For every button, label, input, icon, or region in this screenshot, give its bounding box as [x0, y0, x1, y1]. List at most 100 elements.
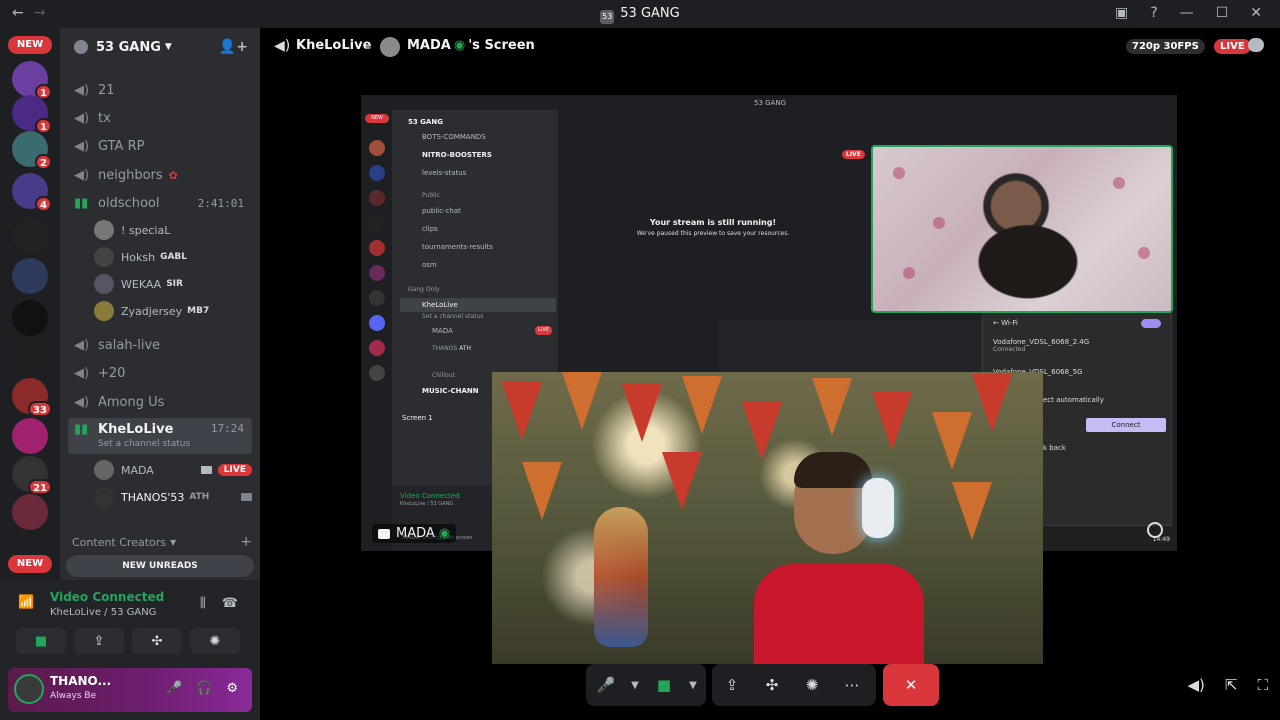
- maximize-button[interactable]: ☐: [1216, 5, 1229, 21]
- leave-call-button[interactable]: ✕: [883, 664, 939, 706]
- screen-icon: [378, 528, 390, 539]
- channel-oldschool[interactable]: ▮▮ oldschool 2:41:01: [68, 190, 252, 216]
- channel-among-us[interactable]: ◀) Among Us: [68, 389, 252, 415]
- server-icon[interactable]: [12, 418, 48, 454]
- add-user-icon[interactable]: 👤+: [219, 39, 248, 55]
- chevron-down-icon[interactable]: ▼: [626, 664, 644, 706]
- channel-21[interactable]: ◀) 21: [68, 77, 252, 103]
- server-icon[interactable]: [12, 218, 48, 254]
- voice-member[interactable]: ! speciaL: [94, 218, 252, 242]
- server-icon: [369, 165, 385, 181]
- member-tag: SIR: [166, 279, 183, 289]
- channel-status[interactable]: Set a channel status: [98, 439, 190, 449]
- server-icon[interactable]: 1: [12, 61, 52, 100]
- connection-location[interactable]: KheLoLive / 53 GANG: [50, 607, 156, 618]
- network-status: Connected: [993, 346, 1026, 353]
- voice-status-icons: ⫼ ☎: [200, 596, 238, 611]
- quality-badge: 720p 30FPS: [1126, 39, 1205, 54]
- server-icon[interactable]: 4: [12, 173, 52, 212]
- help-icon[interactable]: ?: [1150, 5, 1157, 21]
- server-icon[interactable]: 21: [12, 456, 52, 495]
- network-name: Vodafone_VDSL_6068_2.4G: [993, 338, 1090, 346]
- voice-member[interactable]: THANOS'53 ATH: [94, 485, 252, 509]
- server-icon[interactable]: [12, 338, 48, 374]
- minimize-button[interactable]: —: [1180, 5, 1194, 21]
- channel-label: +20: [98, 365, 126, 381]
- shared-category: Gang Only: [408, 286, 440, 293]
- stage-view-controls: ◀) ⇱ ⛶: [1188, 676, 1268, 694]
- streamer-name: MADA: [396, 526, 435, 541]
- disconnect-icon[interactable]: ☎: [222, 596, 238, 611]
- channel-salah-live[interactable]: ◀) salah-live: [68, 332, 252, 358]
- guild-header[interactable]: 53 GANG ▼ 👤+: [60, 28, 260, 66]
- emoji-icon: ◉: [438, 526, 451, 541]
- shared-guild-name: 53 GANG: [408, 118, 443, 126]
- inbox-icon[interactable]: ▣: [1115, 5, 1128, 21]
- camera-button[interactable]: ■: [644, 664, 684, 706]
- shared-screen-label: Screen 1: [402, 414, 433, 422]
- chat-icon[interactable]: [1248, 38, 1264, 52]
- server-icon: [369, 340, 385, 356]
- window-controls: ▣ ? — ☐ ✕: [1115, 5, 1262, 21]
- webcam-tile-small[interactable]: [871, 145, 1173, 313]
- voice-member[interactable]: Zyadjersey MB7: [94, 299, 252, 323]
- paused-subtitle: We've paused this preview to save your r…: [636, 230, 790, 237]
- more-options-button[interactable]: ⋯: [832, 664, 872, 706]
- share-screen-button[interactable]: ⇪: [712, 664, 752, 706]
- voice-member[interactable]: Hoksh GABL: [94, 245, 252, 269]
- soundboard-button[interactable]: ✺: [190, 628, 240, 654]
- channel-label: oldschool: [98, 195, 160, 211]
- activities-button[interactable]: ✣: [132, 628, 182, 654]
- soundboard-button[interactable]: ✺: [792, 664, 832, 706]
- server-icon[interactable]: [12, 258, 48, 294]
- shared-channel: tournaments-results: [422, 243, 493, 251]
- server-avatar: [12, 494, 48, 530]
- connection-label[interactable]: Video Connected: [50, 590, 164, 604]
- screen-title: MADA ◉'s Screen: [407, 38, 535, 53]
- stage-channel-name: KheLoLive: [296, 38, 372, 53]
- voice-active-icon: ▮▮: [74, 422, 89, 437]
- channel-khelolive[interactable]: ▮▮ KheLoLive 17:24 Set a channel status: [68, 418, 252, 454]
- member-tag: ATH: [189, 492, 210, 502]
- shared-vc-label: Video Connected: [400, 492, 460, 500]
- channel-gta-rp[interactable]: ◀) GTA RP: [68, 133, 252, 159]
- microphone-button[interactable]: 🎤: [586, 664, 626, 706]
- shared-channel: osm: [422, 261, 437, 269]
- activities-button[interactable]: ✣: [752, 664, 792, 706]
- zoom-icon[interactable]: [1147, 522, 1163, 538]
- pop-out-icon[interactable]: ⇱: [1225, 676, 1238, 694]
- share-screen-button[interactable]: ⇪: [74, 628, 124, 654]
- server-icon: [369, 140, 385, 156]
- shared-server-list: NEW: [362, 110, 392, 550]
- wifi-title: Wi-Fi: [1001, 319, 1018, 327]
- channel-neighbors[interactable]: ◀) neighbors ✿: [68, 162, 252, 188]
- pennant: [522, 462, 562, 520]
- chevron-down-icon[interactable]: ▼: [684, 664, 702, 706]
- server-icon[interactable]: 33: [12, 378, 52, 417]
- camera-button[interactable]: ■: [16, 628, 66, 654]
- shared-member: THANOS ATH: [432, 342, 552, 356]
- signal-icon[interactable]: 📶: [18, 595, 34, 610]
- noise-suppression-icon[interactable]: ⫼: [200, 596, 206, 611]
- wifi-network: Vodafone_VDSL_6068_2.4G Connected: [993, 338, 1163, 353]
- add-channel-icon[interactable]: +: [240, 534, 252, 550]
- server-icon[interactable]: [12, 300, 48, 336]
- back-label: k back: [1043, 444, 1066, 452]
- voice-member[interactable]: WEKAA SIR: [94, 272, 252, 296]
- fullscreen-icon[interactable]: ⛶: [1257, 676, 1268, 694]
- speaker-icon: ◀): [74, 365, 90, 381]
- channel-plus20[interactable]: ◀) +20: [68, 360, 252, 386]
- new-unreads-button[interactable]: NEW UNREADS: [66, 555, 254, 577]
- volume-icon[interactable]: ◀): [1188, 676, 1205, 694]
- voice-member[interactable]: MADA LIVE: [94, 458, 252, 482]
- new-pill-bottom[interactable]: NEW: [8, 555, 52, 573]
- avatar: [94, 460, 114, 480]
- channel-tx[interactable]: ◀) tx: [68, 105, 252, 131]
- server-icon[interactable]: [12, 494, 48, 530]
- close-button[interactable]: ✕: [1250, 5, 1262, 21]
- webcam-tile-main[interactable]: [492, 372, 1043, 664]
- server-icon[interactable]: 1: [12, 95, 52, 134]
- server-icon[interactable]: 2: [12, 131, 52, 170]
- new-pill-top[interactable]: NEW: [8, 36, 52, 54]
- category-content-creators[interactable]: Content Creators ▼ +: [72, 534, 252, 550]
